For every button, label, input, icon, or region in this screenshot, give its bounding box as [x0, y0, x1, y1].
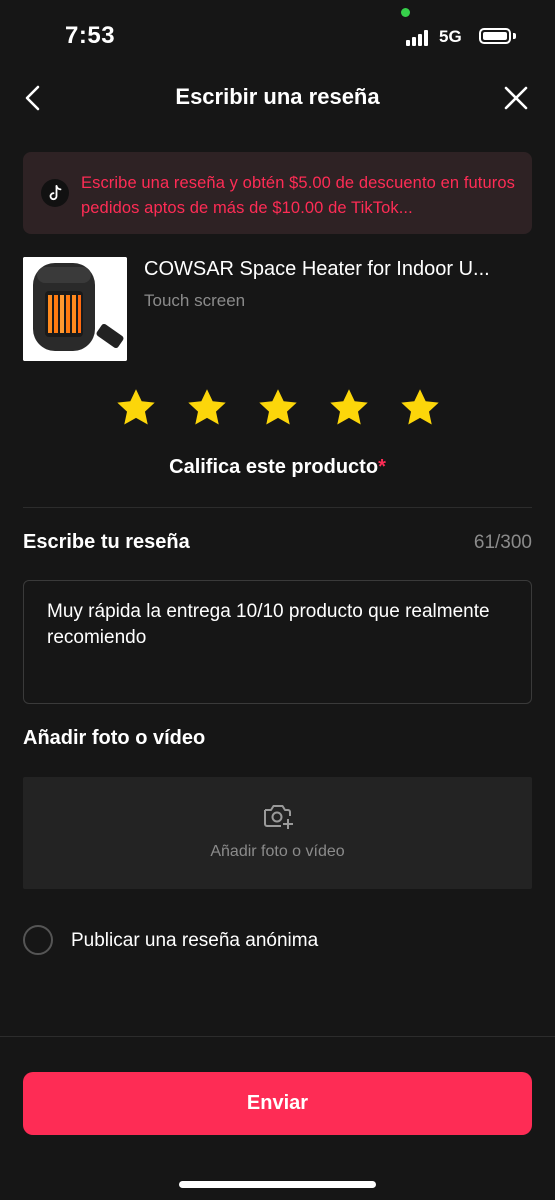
- battery-icon: [479, 28, 511, 44]
- review-label: Escribe tu reseña: [23, 531, 190, 553]
- star-icon[interactable]: [327, 386, 371, 430]
- page-title: Escribir una reseña: [175, 84, 380, 109]
- required-mark: *: [378, 456, 386, 478]
- close-icon: [504, 86, 528, 110]
- footer-divider: [0, 1036, 555, 1037]
- status-time: 7:53: [65, 22, 116, 49]
- star-rating[interactable]: [0, 386, 555, 430]
- product-variant: Touch screen: [144, 291, 246, 310]
- product-image: [23, 257, 127, 361]
- close-button[interactable]: [500, 82, 532, 114]
- review-char-count: 61/300: [473, 532, 532, 553]
- rating-label: Califica este producto*: [0, 456, 555, 479]
- battery-tip: [513, 33, 516, 39]
- anonymous-radio-icon[interactable]: [23, 925, 53, 955]
- star-icon[interactable]: [114, 386, 158, 430]
- add-media-text: Añadir foto o vídeo: [210, 843, 345, 860]
- star-icon[interactable]: [256, 386, 300, 430]
- camera-add-icon: [264, 805, 293, 829]
- tiktok-logo-icon: [41, 179, 69, 207]
- rating-label-text: Califica este producto: [169, 456, 379, 478]
- add-media-button[interactable]: Añadir foto o vídeo: [23, 777, 532, 889]
- review-page: 7:53 5G Escribir una reseña Escribe una …: [0, 0, 555, 1200]
- product-title: COWSAR Space Heater for Indoor U...: [144, 258, 490, 280]
- home-indicator: [179, 1181, 376, 1188]
- submit-button[interactable]: Enviar: [23, 1072, 532, 1135]
- signal-icon: [406, 30, 432, 46]
- star-icon[interactable]: [185, 386, 229, 430]
- camera-indicator-dot: [401, 8, 410, 17]
- review-textarea[interactable]: Muy rápida la entrega 10/10 producto que…: [23, 580, 532, 704]
- network-label: 5G: [439, 27, 462, 46]
- star-icon[interactable]: [398, 386, 442, 430]
- section-divider: [23, 507, 532, 508]
- promo-banner[interactable]: Escribe una reseña y obtén $5.00 de desc…: [23, 152, 532, 234]
- anonymous-label[interactable]: Publicar una reseña anónima: [71, 930, 318, 952]
- status-bar: 7:53 5G: [0, 0, 555, 70]
- review-text: Muy rápida la entrega 10/10 producto que…: [47, 601, 490, 648]
- media-label: Añadir foto o vídeo: [23, 727, 206, 749]
- promo-text: Escribe una reseña y obtén $5.00 de desc…: [81, 174, 515, 217]
